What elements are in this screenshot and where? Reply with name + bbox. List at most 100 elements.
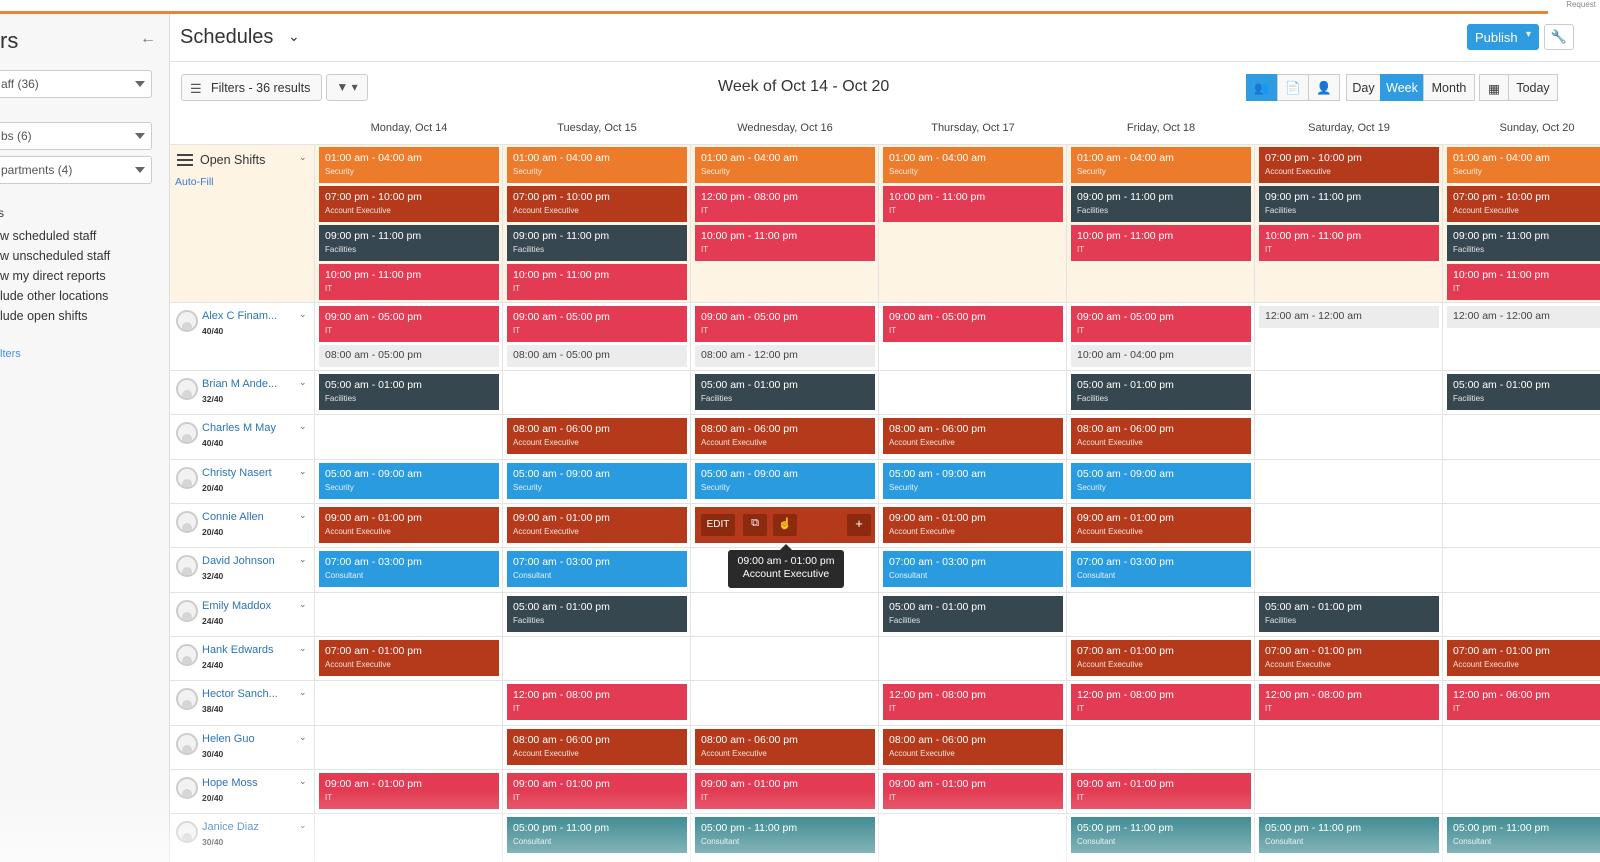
page-title[interactable]: Schedules <box>180 26 273 49</box>
shift-block[interactable]: 09:00 am - 01:00 pm Account Executive <box>883 507 1063 543</box>
chevron-down-icon[interactable]: ⌄ <box>299 643 307 654</box>
shift-block[interactable]: 09:00 am - 01:00 pm Account Executive <box>1071 507 1251 543</box>
availability-block[interactable]: 12:00 am - 12:00 am <box>1259 306 1439 328</box>
chevron-down-icon[interactable]: ⌄ <box>299 421 307 432</box>
shift-hover-card[interactable]: EDIT ⧉ ☝ + <box>695 507 875 543</box>
shift-block[interactable]: 05:00 am - 09:00 am Security <box>883 463 1063 499</box>
chevron-down-icon[interactable]: ⌄ <box>299 510 307 521</box>
hand-cursor-icon[interactable]: ☝ <box>773 514 797 536</box>
document-view-icon[interactable]: 📄 <box>1277 74 1309 101</box>
shift-block[interactable]: 07:00 am - 03:00 pm Consultant <box>507 551 687 587</box>
shift-block[interactable]: 12:00 pm - 08:00 pm IT <box>883 684 1063 720</box>
chevron-down-icon[interactable]: ⌄ <box>288 28 300 45</box>
availability-block[interactable]: 08:00 am - 05:00 pm <box>507 345 687 367</box>
open-shift-block[interactable]: 01:00 am - 04:00 am Security <box>319 147 499 183</box>
menu-icon[interactable] <box>177 154 193 166</box>
employee-name[interactable]: Brian M Ande... <box>202 378 277 390</box>
employee-name[interactable]: Janice Diaz <box>202 821 259 833</box>
shift-block[interactable]: 09:00 am - 01:00 pm Account Executive <box>319 507 499 543</box>
chevron-down-icon[interactable]: ⌄ <box>299 466 307 477</box>
shift-block[interactable]: 05:00 am - 09:00 am Security <box>695 463 875 499</box>
shift-block[interactable]: 09:00 am - 01:00 pm IT <box>883 773 1063 809</box>
view-day-button[interactable]: Day <box>1346 74 1381 101</box>
open-shift-block[interactable]: 07:00 pm - 10:00 pm Account Executive <box>319 186 499 222</box>
arrow-left-icon[interactable]: ← <box>140 30 156 48</box>
staff-select[interactable]: aff (36) <box>0 70 152 98</box>
chevron-down-icon[interactable]: ⌄ <box>299 776 307 787</box>
shift-block[interactable]: 05:00 am - 01:00 pm Facilities <box>507 596 687 632</box>
employee-cell[interactable]: Charles M May 40/40 ⌄ <box>170 414 315 458</box>
shift-block[interactable]: 08:00 am - 06:00 pm Account Executive <box>695 418 875 454</box>
shift-block[interactable]: 08:00 am - 06:00 pm Account Executive <box>1071 418 1251 454</box>
open-shift-block[interactable]: 10:00 pm - 11:00 pm IT <box>507 264 687 300</box>
employee-cell[interactable]: Janice Diaz 30/40 ⌄ <box>170 813 315 857</box>
shift-block[interactable]: 05:00 pm - 11:00 pm Consultant <box>1447 817 1600 853</box>
shift-block[interactable]: 05:00 am - 09:00 am Security <box>319 463 499 499</box>
option-include-other-locations[interactable]: lude other locations <box>0 289 108 303</box>
shift-block[interactable]: 07:00 am - 01:00 pm Account Executive <box>319 640 499 676</box>
shift-block[interactable]: 12:00 pm - 08:00 pm IT <box>1071 684 1251 720</box>
add-shift-button[interactable]: + <box>847 514 871 536</box>
shift-block[interactable]: 08:00 am - 06:00 pm Account Executive <box>695 729 875 765</box>
option-show-direct-reports[interactable]: w my direct reports <box>0 269 106 283</box>
shift-block[interactable]: 05:00 pm - 11:00 pm Consultant <box>1071 817 1251 853</box>
option-show-scheduled[interactable]: w scheduled staff <box>0 229 96 243</box>
open-shift-block[interactable]: 10:00 pm - 11:00 pm IT <box>1071 225 1251 261</box>
shift-block[interactable]: 09:00 am - 05:00 pm IT <box>695 306 875 342</box>
shift-block[interactable]: 05:00 pm - 11:00 pm Consultant <box>507 817 687 853</box>
employee-name[interactable]: Christy Nasert <box>202 467 272 479</box>
shift-block[interactable]: 05:00 pm - 11:00 pm Consultant <box>695 817 875 853</box>
availability-block[interactable]: 08:00 am - 12:00 pm <box>695 345 875 367</box>
availability-block[interactable]: 08:00 am - 05:00 pm <box>319 345 499 367</box>
shift-block[interactable]: 08:00 am - 06:00 pm Account Executive <box>507 418 687 454</box>
wrench-icon[interactable]: 🔧 <box>1544 24 1574 50</box>
shift-block[interactable]: 05:00 pm - 11:00 pm Consultant <box>1259 817 1439 853</box>
open-shift-block[interactable]: 09:00 pm - 11:00 pm Facilities <box>1071 186 1251 222</box>
employee-cell[interactable]: David Johnson 32/40 ⌄ <box>170 547 315 591</box>
shift-block[interactable]: 07:00 am - 03:00 pm Consultant <box>1071 551 1251 587</box>
shift-block[interactable]: 09:00 am - 01:00 pm Account Executive <box>507 507 687 543</box>
shift-block[interactable]: 05:00 am - 01:00 pm Facilities <box>319 374 499 410</box>
employee-cell[interactable]: Emily Maddox 24/40 ⌄ <box>170 592 315 636</box>
view-week-button[interactable]: Week <box>1380 74 1424 101</box>
shift-block[interactable]: 05:00 am - 09:00 am Security <box>1071 463 1251 499</box>
employee-name[interactable]: Hector Sanch... <box>202 688 278 700</box>
jobs-select[interactable]: bs (6) <box>0 122 152 150</box>
auto-fill-link[interactable]: Auto-Fill <box>175 176 214 188</box>
option-show-unscheduled[interactable]: w unscheduled staff <box>0 249 110 263</box>
group-view-icon[interactable]: 👥 <box>1246 74 1278 101</box>
shift-block[interactable]: 09:00 am - 05:00 pm IT <box>507 306 687 342</box>
today-button[interactable]: Today <box>1508 74 1558 101</box>
open-shift-block[interactable]: 01:00 am - 04:00 am Security <box>695 147 875 183</box>
employee-cell[interactable]: Christy Nasert 20/40 ⌄ <box>170 459 315 503</box>
shift-block[interactable]: 05:00 am - 01:00 pm Facilities <box>1071 374 1251 410</box>
calendar-icon[interactable]: ▦ <box>1479 74 1509 101</box>
employee-name[interactable]: Charles M May <box>202 422 276 434</box>
employee-cell[interactable]: Hope Moss 20/40 ⌄ <box>170 769 315 813</box>
open-shift-block[interactable]: 07:00 pm - 10:00 pm Account Executive <box>1259 147 1439 183</box>
funnel-icon[interactable]: ▼ ▾ <box>326 74 368 101</box>
shift-block[interactable]: 05:00 am - 09:00 am Security <box>507 463 687 499</box>
shift-block[interactable]: 09:00 am - 01:00 pm IT <box>319 773 499 809</box>
open-shift-block[interactable]: 09:00 pm - 11:00 pm Facilities <box>319 225 499 261</box>
shift-block[interactable]: 07:00 am - 01:00 pm Account Executive <box>1071 640 1251 676</box>
open-shift-block[interactable]: 12:00 pm - 08:00 pm IT <box>695 186 875 222</box>
chevron-down-icon[interactable]: ⌄ <box>299 687 307 698</box>
chevron-down-icon[interactable]: ⌄ <box>299 599 307 610</box>
employee-name[interactable]: David Johnson <box>202 555 275 567</box>
filters-button[interactable]: ☰ Filters - 36 results <box>181 74 322 101</box>
open-shift-block[interactable]: 01:00 am - 04:00 am Security <box>1071 147 1251 183</box>
employee-name[interactable]: Helen Guo <box>202 733 255 745</box>
chevron-down-icon[interactable]: ⌄ <box>299 309 307 320</box>
employee-name[interactable]: Alex C Finam... <box>202 310 277 322</box>
shift-block[interactable]: 08:00 am - 06:00 pm Account Executive <box>507 729 687 765</box>
open-shift-block[interactable]: 01:00 am - 04:00 am Security <box>507 147 687 183</box>
copy-icon[interactable]: ⧉ <box>743 514 767 536</box>
shift-block[interactable]: 09:00 am - 05:00 pm IT <box>1071 306 1251 342</box>
open-shift-block[interactable]: 07:00 pm - 10:00 pm Account Executive <box>1447 186 1600 222</box>
departments-select[interactable]: partments (4) <box>0 156 152 184</box>
employee-cell[interactable]: Connie Allen 20/40 ⌄ <box>170 503 315 547</box>
publish-button[interactable]: Publish ▾ <box>1467 24 1539 50</box>
shift-block[interactable]: 07:00 am - 01:00 pm Account Executive <box>1259 640 1439 676</box>
open-shift-block[interactable]: 01:00 am - 04:00 am Security <box>1447 147 1600 183</box>
